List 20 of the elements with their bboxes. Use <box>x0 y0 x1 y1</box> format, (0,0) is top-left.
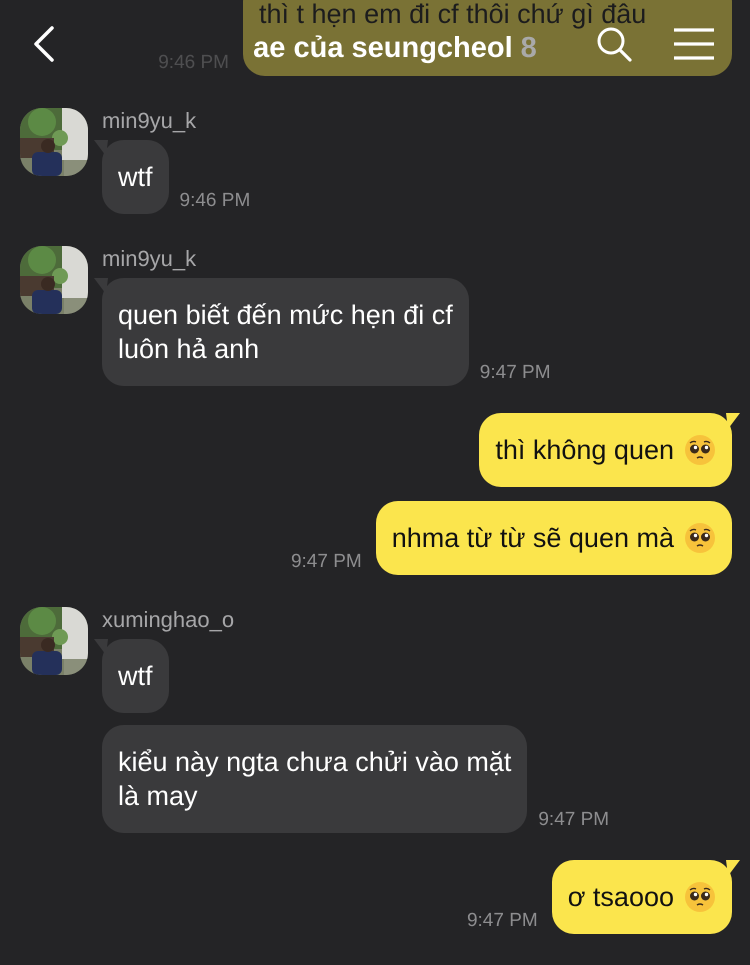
message-bubble: kiểu này ngta chưa chửi vào mặt là may <box>102 725 528 833</box>
message-time: 9:47 PM <box>290 551 362 573</box>
message-time: 9:47 PM <box>466 910 538 932</box>
sender-name: xuminghao_o <box>102 607 234 633</box>
message-bubble: quen biết đến mức hẹn đi cf luôn hả anh <box>102 278 469 386</box>
message-bubble: nhma từ từ sẽ quen mà <box>376 501 732 575</box>
sender-name: min9yu_k <box>102 246 196 272</box>
back-icon[interactable] <box>33 26 55 62</box>
menu-icon[interactable] <box>673 28 715 60</box>
message-bubble: ơ tsaooo <box>552 860 732 934</box>
message-time: 9:47 PM <box>538 809 610 831</box>
message-bubble: wtf <box>102 140 169 214</box>
sender-name: min9yu_k <box>102 108 196 134</box>
message-bubble: wtf <box>102 639 169 713</box>
member-count: 8 <box>520 31 537 66</box>
chat-title: ae của seungcheol <box>253 31 513 66</box>
message-time: 9:47 PM <box>480 362 551 384</box>
message-bubble: thì không quen <box>479 413 732 487</box>
message-time: 9:46 PM <box>180 190 250 212</box>
search-icon[interactable] <box>596 26 632 62</box>
